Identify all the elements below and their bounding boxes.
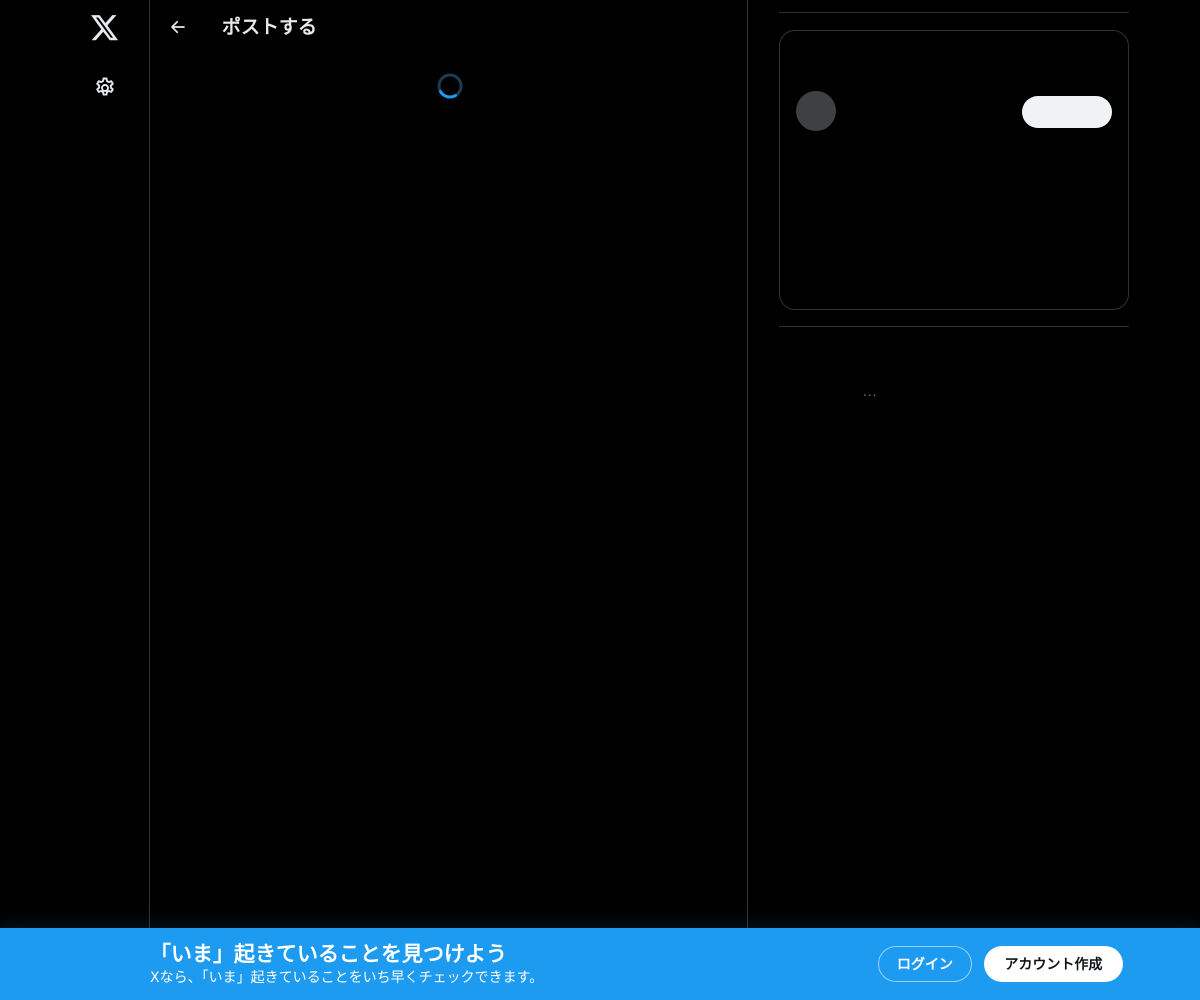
login-button[interactable]: ログイン bbox=[878, 946, 972, 982]
avatar bbox=[796, 91, 836, 131]
arrow-left-icon bbox=[171, 20, 185, 34]
loading-indicator: ... bbox=[863, 385, 878, 399]
main-column: ポストする bbox=[149, 0, 748, 1000]
skeleton-card bbox=[779, 30, 1129, 310]
signup-button[interactable]: アカウント作成 bbox=[984, 946, 1123, 982]
left-nav bbox=[0, 0, 149, 1000]
button-placeholder bbox=[1022, 96, 1112, 128]
right-sidebar: ... bbox=[779, 0, 1129, 1000]
loading-spinner-icon bbox=[437, 73, 463, 99]
back-button[interactable] bbox=[164, 13, 192, 41]
signup-banner: 「いま」起きていることを見つけよう Xなら、「いま」起きていることをいち早くチェ… bbox=[0, 928, 1200, 1000]
banner-title: 「いま」起きていることを見つけよう bbox=[150, 942, 507, 966]
top-divider bbox=[779, 12, 1129, 13]
page: ポストする ... 「いま」起きていることを見つけよう Xなら、「いま」起きてい… bbox=[0, 0, 1200, 1000]
banner-subtitle: Xなら、「いま」起きていることをいち早くチェックできます。 bbox=[150, 970, 544, 986]
gear-icon[interactable] bbox=[91, 74, 119, 102]
main-header: ポストする bbox=[150, 0, 747, 54]
page-title: ポストする bbox=[222, 16, 318, 38]
x-logo-icon[interactable] bbox=[89, 12, 121, 44]
section-divider bbox=[779, 326, 1129, 327]
